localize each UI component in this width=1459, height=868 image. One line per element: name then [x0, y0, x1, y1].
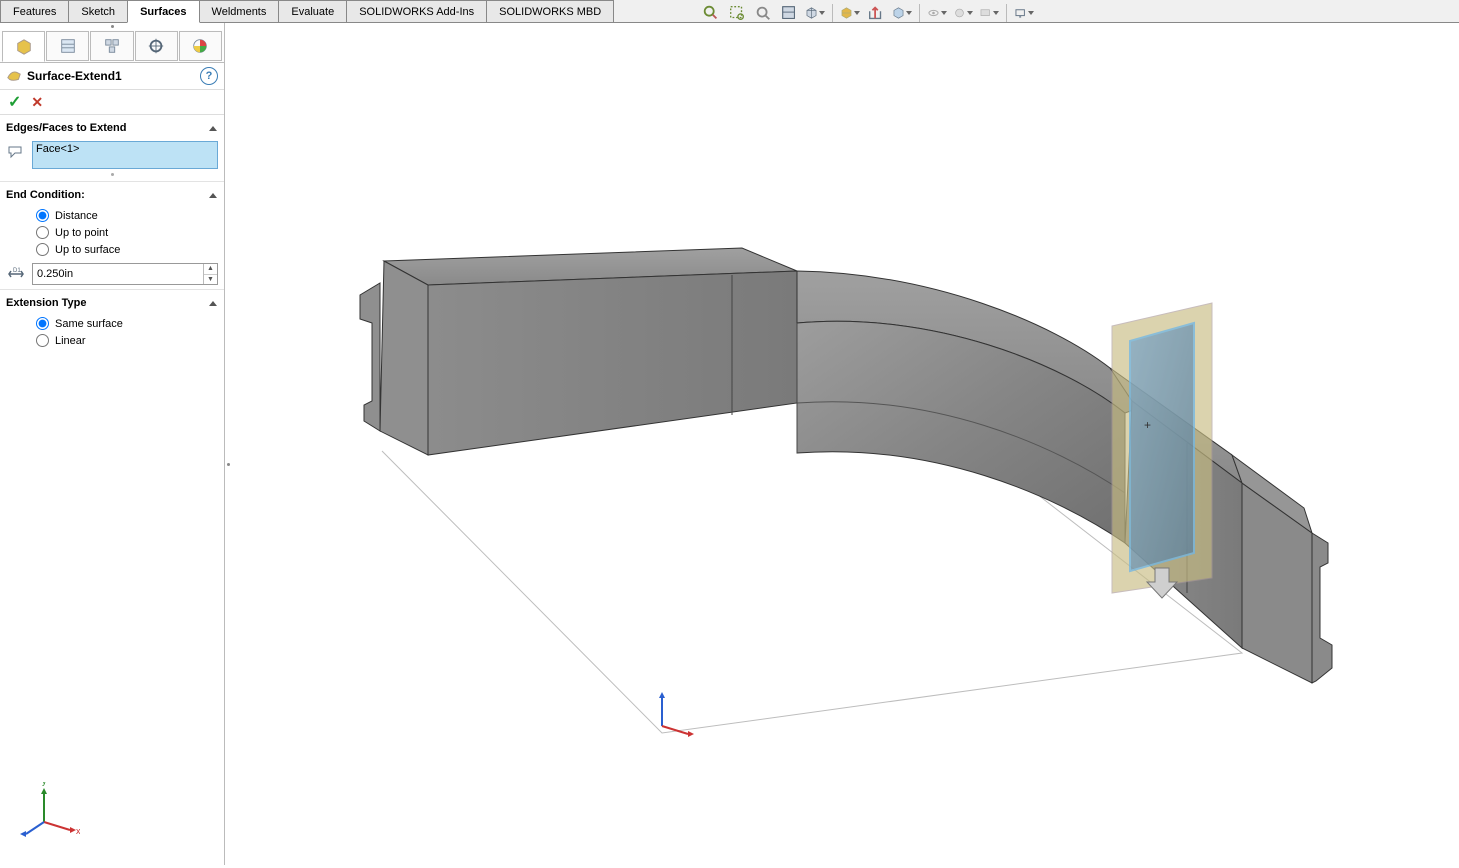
previous-view-icon[interactable] [752, 2, 774, 24]
ok-cancel-bar: ✓ ✕ [0, 90, 224, 115]
extension-type-header-label: Extension Type [6, 297, 86, 309]
selection-grip[interactable] [6, 171, 218, 177]
edges-faces-selection-row: Face<1> [6, 141, 218, 169]
command-header: Surface-Extend1 ? [0, 63, 224, 90]
toolbar-separator [1006, 4, 1007, 22]
configuration-manager-tab[interactable] [90, 31, 133, 61]
dropdown-caret-icon[interactable] [819, 11, 825, 15]
selection-callout-icon [6, 141, 26, 161]
end-condition-options: Distance Up to point Up to surface [36, 208, 218, 257]
ok-button[interactable]: ✓ [8, 92, 21, 112]
distance-input[interactable] [33, 264, 203, 284]
svg-text:D1: D1 [13, 268, 21, 274]
end-condition-distance-label: Distance [55, 210, 98, 222]
display-manager-tab[interactable] [179, 31, 222, 61]
extension-type-same[interactable]: Same surface [36, 316, 218, 331]
model-view[interactable]: + [232, 23, 1459, 865]
extend-preview-surface[interactable]: + [1112, 303, 1212, 598]
tab-sketch[interactable]: Sketch [68, 0, 128, 22]
feature-manager-tab[interactable] [2, 31, 45, 62]
extension-type-same-label: Same surface [55, 318, 123, 330]
dropdown-caret-icon[interactable] [993, 11, 999, 15]
dropdown-caret-icon[interactable] [1028, 11, 1034, 15]
tab-evaluate[interactable]: Evaluate [278, 0, 347, 22]
dimxpert-manager-tab[interactable] [135, 31, 178, 61]
tab-features[interactable]: Features [0, 0, 69, 22]
extension-type-linear-label: Linear [55, 335, 86, 347]
viewport-origin [659, 692, 694, 737]
toolbar-separator [832, 4, 833, 22]
property-manager-panel: Surface-Extend1 ? ✓ ✕ Edges/Faces to Ext… [0, 23, 225, 865]
cancel-button[interactable]: ✕ [31, 94, 43, 111]
property-manager-tab[interactable] [46, 31, 89, 61]
extension-type-group: Extension Type Same surface Linear [0, 290, 224, 352]
dropdown-caret-icon[interactable] [906, 11, 912, 15]
distance-icon: D1 [6, 265, 26, 283]
help-icon[interactable]: ? [200, 67, 218, 85]
edges-faces-header-label: Edges/Faces to Extend [6, 122, 126, 134]
dropdown-caret-icon[interactable] [967, 11, 973, 15]
extension-type-linear-radio[interactable] [36, 334, 49, 347]
screen-capture-icon[interactable] [1013, 2, 1035, 24]
triad-y-label: y [42, 782, 47, 786]
end-condition-uptopoint-radio[interactable] [36, 226, 49, 239]
extension-type-options: Same surface Linear [36, 316, 218, 348]
end-condition-uptosurface[interactable]: Up to surface [36, 242, 218, 257]
extend-origin-marker: + [1144, 418, 1151, 432]
distance-row: D1 ▲ ▼ [6, 263, 218, 285]
edit-appearance-icon[interactable] [891, 2, 913, 24]
edges-faces-header[interactable]: Edges/Faces to Extend [6, 119, 218, 137]
edges-faces-group: Edges/Faces to Extend Face<1> [0, 115, 224, 182]
extension-type-header[interactable]: Extension Type [6, 294, 218, 312]
end-condition-uptosurface-radio[interactable] [36, 243, 49, 256]
hide-show-icon[interactable] [865, 2, 887, 24]
end-condition-distance-radio[interactable] [36, 209, 49, 222]
extension-type-linear[interactable]: Linear [36, 333, 218, 348]
zoom-area-icon[interactable] [726, 2, 748, 24]
tab-surfaces[interactable]: Surfaces [127, 0, 199, 23]
end-condition-group: End Condition: Distance Up to point Up t… [0, 182, 224, 290]
reference-triad: y x z [20, 782, 80, 845]
tab-weldments[interactable]: Weldments [199, 0, 280, 22]
apply-scene-icon[interactable] [952, 2, 974, 24]
manager-pane-tabs [0, 30, 224, 63]
dropdown-caret-icon[interactable] [854, 11, 860, 15]
distance-spin-up[interactable]: ▲ [204, 264, 217, 275]
eye-icon[interactable] [926, 2, 948, 24]
extension-type-same-radio[interactable] [36, 317, 49, 330]
heads-up-view-toolbar [700, 2, 1035, 24]
end-condition-header[interactable]: End Condition: [6, 186, 218, 204]
edges-faces-selection-box[interactable]: Face<1> [32, 141, 218, 169]
collapse-caret-icon[interactable] [208, 190, 218, 200]
collapse-caret-icon[interactable] [208, 123, 218, 133]
dropdown-caret-icon[interactable] [941, 11, 947, 15]
end-condition-uptopoint[interactable]: Up to point [36, 225, 218, 240]
view-settings-icon[interactable] [978, 2, 1000, 24]
section-view-icon[interactable] [778, 2, 800, 24]
command-title: Surface-Extend1 [27, 69, 122, 83]
model-segment-left[interactable] [360, 248, 797, 455]
model-segment-curve[interactable] [797, 271, 1152, 543]
end-condition-uptopoint-label: Up to point [55, 227, 108, 239]
display-style-icon[interactable] [839, 2, 861, 24]
collapse-caret-icon[interactable] [208, 298, 218, 308]
edges-faces-selection-item[interactable]: Face<1> [36, 143, 79, 155]
view-orientation-icon[interactable] [804, 2, 826, 24]
panel-resize-grip[interactable] [224, 444, 232, 484]
distance-field[interactable]: ▲ ▼ [32, 263, 218, 285]
tab-addins[interactable]: SOLIDWORKS Add-Ins [346, 0, 487, 22]
panel-grip[interactable] [0, 23, 224, 30]
tab-mbd[interactable]: SOLIDWORKS MBD [486, 0, 614, 22]
toolbar-separator [919, 4, 920, 22]
end-condition-header-label: End Condition: [6, 189, 85, 201]
triad-x-label: x [76, 826, 80, 836]
end-condition-distance[interactable]: Distance [36, 208, 218, 223]
surface-extend-icon [6, 67, 22, 86]
end-condition-uptosurface-label: Up to surface [55, 244, 120, 256]
distance-spin-down[interactable]: ▼ [204, 275, 217, 285]
zoom-fit-icon[interactable] [700, 2, 722, 24]
distance-spin-buttons: ▲ ▼ [203, 264, 217, 284]
graphics-viewport[interactable]: + [232, 23, 1459, 865]
